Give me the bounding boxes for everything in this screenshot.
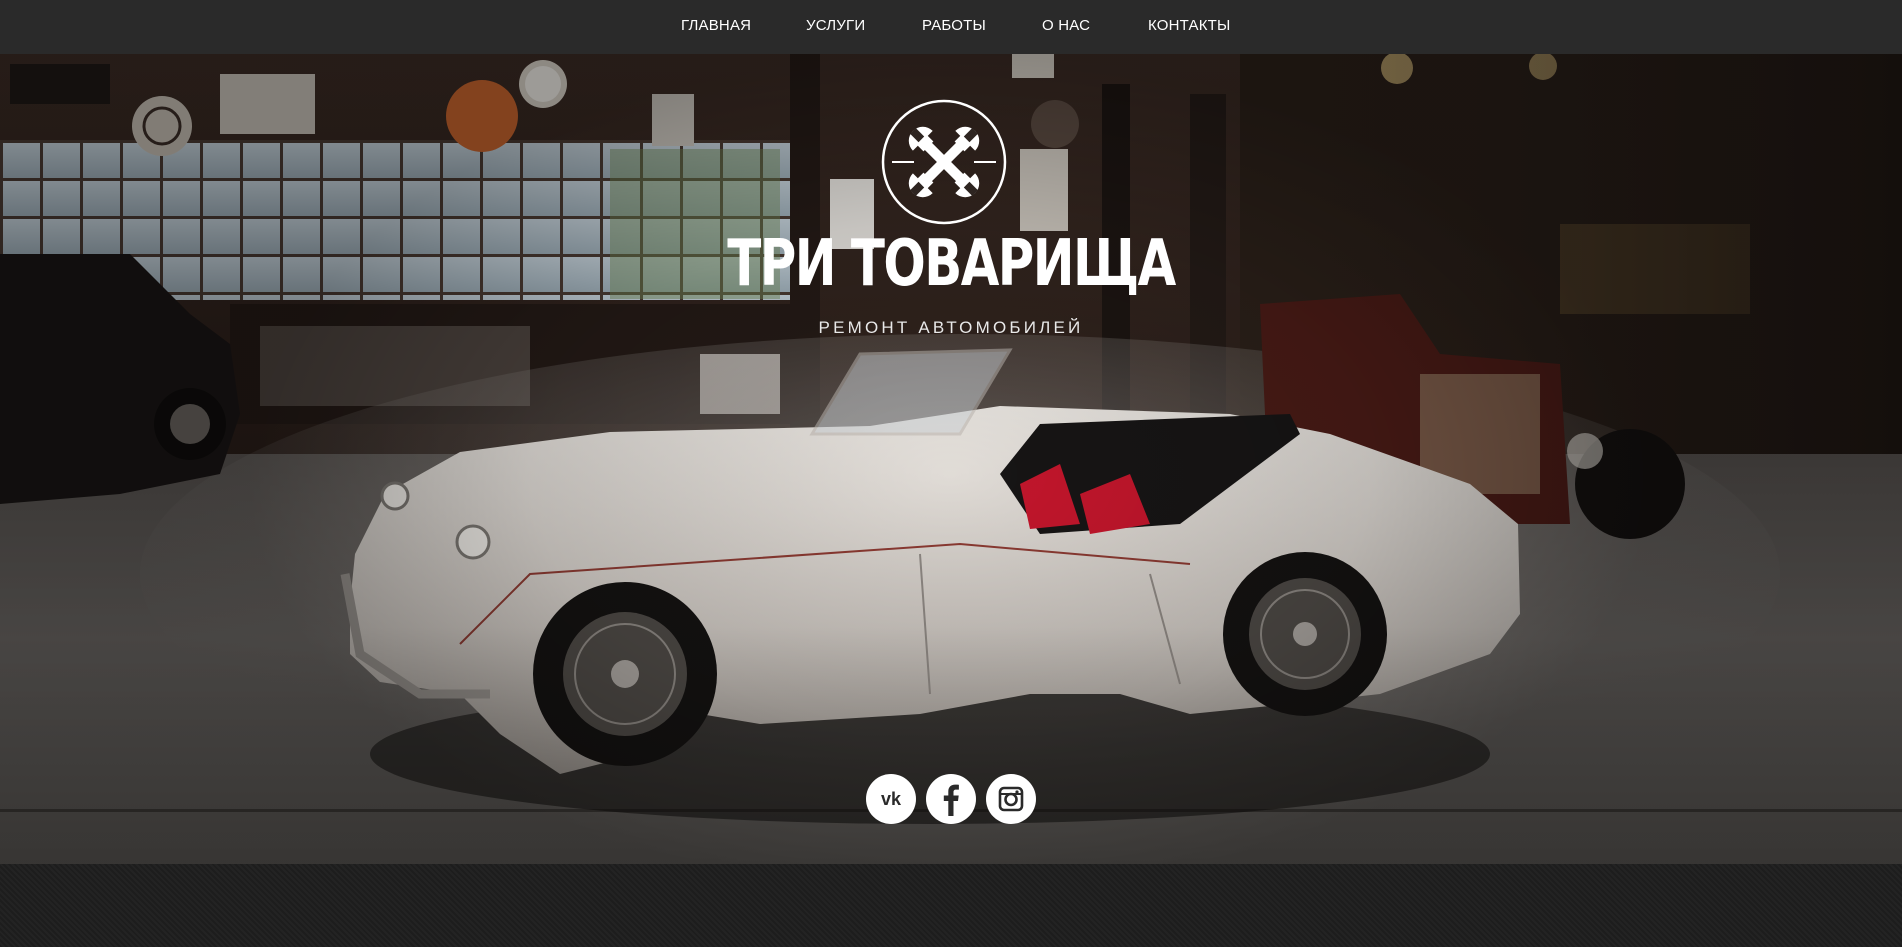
facebook-icon[interactable] — [926, 774, 976, 824]
next-section-background — [0, 864, 1902, 947]
nav-link-services[interactable]: УСЛУГИ — [806, 17, 865, 34]
nav-link-home[interactable]: ГЛАВНАЯ — [681, 17, 751, 34]
site-title: ТРИ ТОВАРИЩА — [727, 227, 1176, 301]
crossed-wrenches-icon — [880, 98, 1008, 226]
nav-link-contacts[interactable]: КОНТАКТЫ — [1148, 17, 1231, 34]
hero-section: ТРИ ТОВАРИЩА РЕМОНТ АВТОМОБИЛЕЙ vk — [0, 54, 1902, 864]
vk-icon[interactable]: vk — [866, 774, 916, 824]
svg-text:vk: vk — [881, 789, 902, 809]
main-menu: ГЛАВНАЯ УСЛУГИ РАБОТЫ О НАС КОНТАКТЫ — [0, 0, 1902, 54]
instagram-icon[interactable] — [986, 774, 1036, 824]
social-links: vk — [866, 774, 1038, 826]
brand-block: ТРИ ТОВАРИЩА РЕМОНТ АВТОМОБИЛЕЙ vk — [0, 54, 1902, 864]
top-navigation-bar: ГЛАВНАЯ УСЛУГИ РАБОТЫ О НАС КОНТАКТЫ — [0, 0, 1902, 54]
nav-link-works[interactable]: РАБОТЫ — [922, 17, 986, 34]
nav-link-about[interactable]: О НАС — [1042, 17, 1090, 34]
site-subtitle: РЕМОНТ АВТОМОБИЛЕЙ — [818, 318, 1084, 337]
